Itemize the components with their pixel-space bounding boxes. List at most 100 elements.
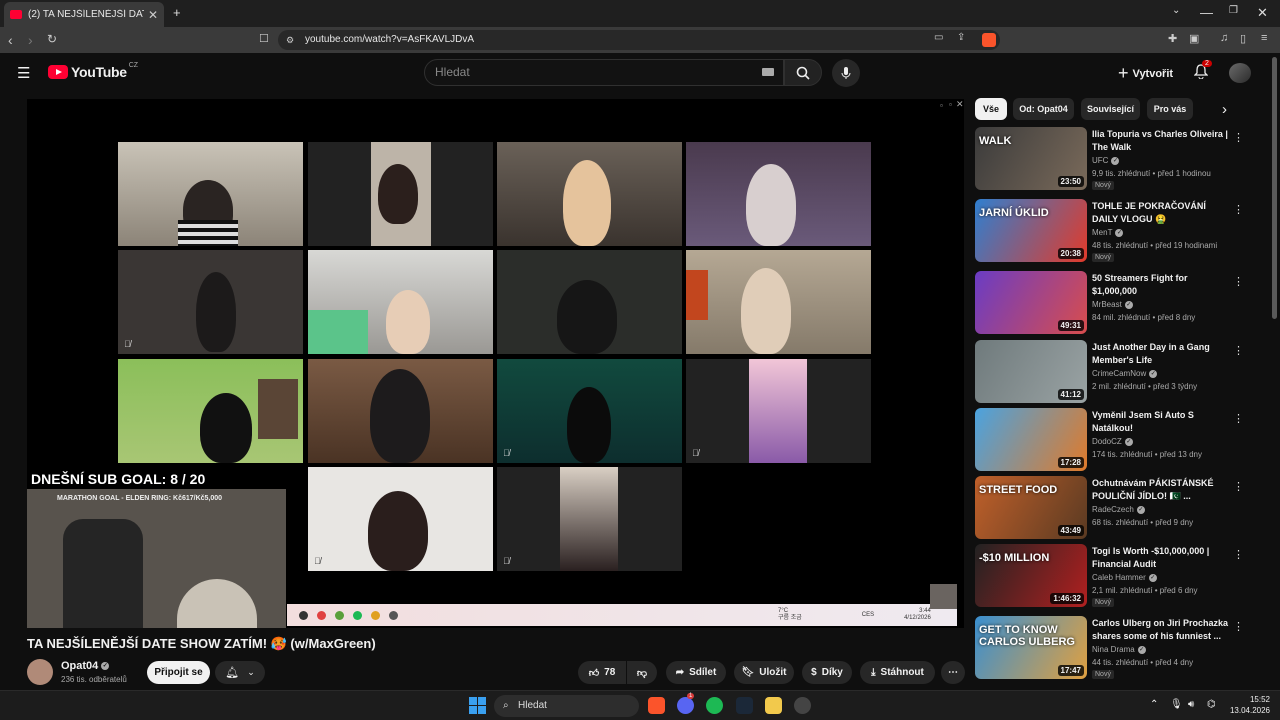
spotify-icon[interactable] [706,697,723,714]
more-vertical-icon[interactable]: ⋮ [1233,275,1244,288]
thanks-button[interactable]: $ Díky [802,661,852,684]
save-button[interactable]: 🔖︎ Uložit [734,661,794,684]
recommendation-channel[interactable]: DodoCZ ✓ [1092,437,1133,446]
account-avatar[interactable] [1229,63,1251,83]
window-max-icon[interactable]: ▫ [949,100,952,109]
video-thumbnail[interactable]: JARNÍ ÚKLID 20:38 [975,199,1087,262]
recommendation-title[interactable]: Carlos Ulberg on Jiri Prochazka shares s… [1092,617,1232,643]
minimize-icon[interactable]: — [1200,5,1213,20]
more-vertical-icon[interactable]: ⋮ [1233,203,1244,216]
recommendation-item[interactable]: GET TO KNOW CARLOS ULBERG 17:47 Carlos U… [975,616,1265,680]
recommendation-item[interactable]: 49:31 50 Streamers Fight for $1,000,000 … [975,271,1265,335]
hamburger-menu-icon[interactable]: ☰ [17,64,30,82]
recommendation-item[interactable]: STREET FOOD 43:49 Ochutnávám PÁKISTÁNSKÉ… [975,476,1265,540]
reload-icon[interactable]: ↻ [47,32,57,46]
recommendation-channel[interactable]: Caleb Hammer ✓ [1092,573,1157,582]
site-info-icon[interactable]: ⚙ [286,35,294,46]
tray-volume-icon[interactable]: 🔊︎ [1188,699,1194,710]
recommendation-channel[interactable]: MenT ✓ [1092,228,1124,237]
channel-name[interactable]: Opat04 ✓ [61,660,110,672]
recommendation-channel[interactable]: Nina Drama ✓ [1092,645,1146,654]
like-button[interactable]: 👍︎ 78 [578,661,626,684]
recommendation-item[interactable]: WALK 23:50 Ilia Topuria vs Charles Olive… [975,127,1265,191]
video-thumbnail[interactable]: 41:12 [975,340,1087,403]
media-icon[interactable]: ♫ [1220,32,1228,44]
browser-tab[interactable]: (2) TA NEJŠÍLENĚJŠÍ DATE SHOW ✕ [4,2,164,27]
windows-start-icon[interactable] [469,697,486,714]
download-button[interactable]: ⤓ Stáhnout [860,661,935,684]
bookmark-icon[interactable]: ☐ [259,32,269,45]
search-button[interactable] [784,59,822,86]
discord-icon[interactable]: 1 [677,693,695,714]
close-tab-icon[interactable]: ✕ [148,8,158,22]
recommendation-channel[interactable]: RadeCzech ✓ [1092,505,1145,514]
address-field[interactable]: youtube.com/watch?v=AsFKAVLJDvA [278,30,1000,50]
more-vertical-icon[interactable]: ⋮ [1233,480,1244,493]
recommendation-title[interactable]: TOHLE JE POKRAČOVÁNÍ DAILY VLOGU 🤮 [1092,200,1232,226]
close-window-icon[interactable]: ✕ [1257,5,1268,21]
subscription-bell-button[interactable]: 🔔︎ ⌄ [215,661,265,684]
more-vertical-icon[interactable]: ⋮ [1233,412,1244,425]
youtube-logo[interactable]: YouTube CZ [48,62,138,80]
video-thumbnail[interactable]: WALK 23:50 [975,127,1087,190]
chip-all[interactable]: Vše [975,98,1007,120]
tray-network-icon[interactable]: ⌬ [1207,699,1216,710]
chevron-right-icon[interactable]: › [1222,101,1227,118]
video-thumbnail[interactable]: 17:28 [975,408,1087,471]
chip-for-you[interactable]: Pro vás [1147,98,1193,120]
recommendation-channel[interactable]: CrimeCamNow ✓ [1092,369,1158,378]
maximize-icon[interactable]: ❐ [1229,5,1238,16]
app-icon[interactable] [794,697,811,714]
recommendation-channel[interactable]: UFC ✓ [1092,156,1120,165]
notifications-button[interactable]: 2 [1193,60,1212,84]
recommendation-item[interactable]: 17:28 Vyměnil Jsem Si Auto S Natálkou! D… [975,408,1265,472]
brave-browser-icon[interactable] [648,697,665,714]
keyboard-icon[interactable] [762,68,774,76]
more-vertical-icon[interactable]: ⋮ [1233,131,1244,144]
dislike-button[interactable]: 👎︎ [627,661,657,684]
window-min-icon[interactable]: ▫ [940,101,943,110]
video-thumbnail[interactable]: STREET FOOD 43:49 [975,476,1087,539]
recommendation-item[interactable]: 41:12 Just Another Day in a Gang Member'… [975,340,1265,404]
steam-icon[interactable] [736,697,753,714]
brave-shield-icon[interactable] [982,33,996,47]
recommendation-item[interactable]: JARNÍ ÚKLID 20:38 TOHLE JE POKRAČOVÁNÍ D… [975,199,1265,263]
page-scrollbar[interactable] [1272,57,1277,319]
tray-mic-icon[interactable]: 🎙︎ [1170,699,1183,710]
recommendation-title[interactable]: Just Another Day in a Gang Member's Life [1092,341,1232,367]
video-thumbnail[interactable]: GET TO KNOW CARLOS ULBERG 17:47 [975,616,1087,679]
more-vertical-icon[interactable]: ⋮ [1233,548,1244,561]
recommendation-title[interactable]: Vyměnil Jsem Si Auto S Natálkou! [1092,409,1232,435]
chip-from-channel[interactable]: Od: Opat04 [1013,98,1074,120]
join-button[interactable]: Připojit se [147,661,210,684]
more-actions-button[interactable]: ⋯ [941,661,965,684]
recommendation-title[interactable]: 50 Streamers Fight for $1,000,000 [1092,272,1232,298]
forward-icon[interactable]: › [28,32,33,48]
new-tab-button[interactable]: + [173,5,181,20]
sidebar-toggle-icon[interactable]: ▯ [1240,32,1246,45]
channel-avatar[interactable] [27,659,53,685]
cast-icon[interactable]: ▭ [934,32,943,43]
windows-search-field[interactable]: ⌕ Hledat [494,695,639,717]
create-button[interactable]: + Vytvořit [1118,63,1173,84]
tab-search-icon[interactable]: ⌄ [1172,5,1180,16]
back-icon[interactable]: ‹ [8,32,13,48]
system-clock[interactable]: 15:52 13.04.2026 [1226,694,1270,716]
extensions-icon[interactable]: ✚ [1168,32,1177,45]
more-vertical-icon[interactable]: ⋮ [1233,344,1244,357]
share-button[interactable]: ➦ Sdílet [666,661,726,684]
recommendation-title[interactable]: Togi Is Worth -$10,000,000 | Financial A… [1092,545,1232,571]
voice-search-button[interactable] [832,59,860,87]
recommendation-item[interactable]: -$10 MILLION 1:46:32 Togi Is Worth -$10,… [975,544,1265,608]
video-thumbnail[interactable]: -$10 MILLION 1:46:32 [975,544,1087,607]
recommendation-channel[interactable]: MrBeast ✓ [1092,300,1133,309]
browser-menu-icon[interactable]: ≡ [1261,32,1267,44]
recommendation-title[interactable]: Ilia Topuria vs Charles Oliveira | The W… [1092,128,1232,154]
video-thumbnail[interactable]: 49:31 [975,271,1087,334]
file-explorer-icon[interactable] [765,697,782,714]
tray-chevron-up-icon[interactable]: ⌃ [1150,699,1158,710]
share-page-icon[interactable]: ⇪ [957,32,965,43]
more-vertical-icon[interactable]: ⋮ [1233,620,1244,633]
video-player[interactable]: ▫ ▫ ✕ 🎙̸ 🎙̸ 🎙̸ 🎙̸ 🎙̸ DNEŠNÍ SUB GOAL: 8 … [27,99,964,628]
wallet-icon[interactable]: ▣ [1189,32,1199,45]
